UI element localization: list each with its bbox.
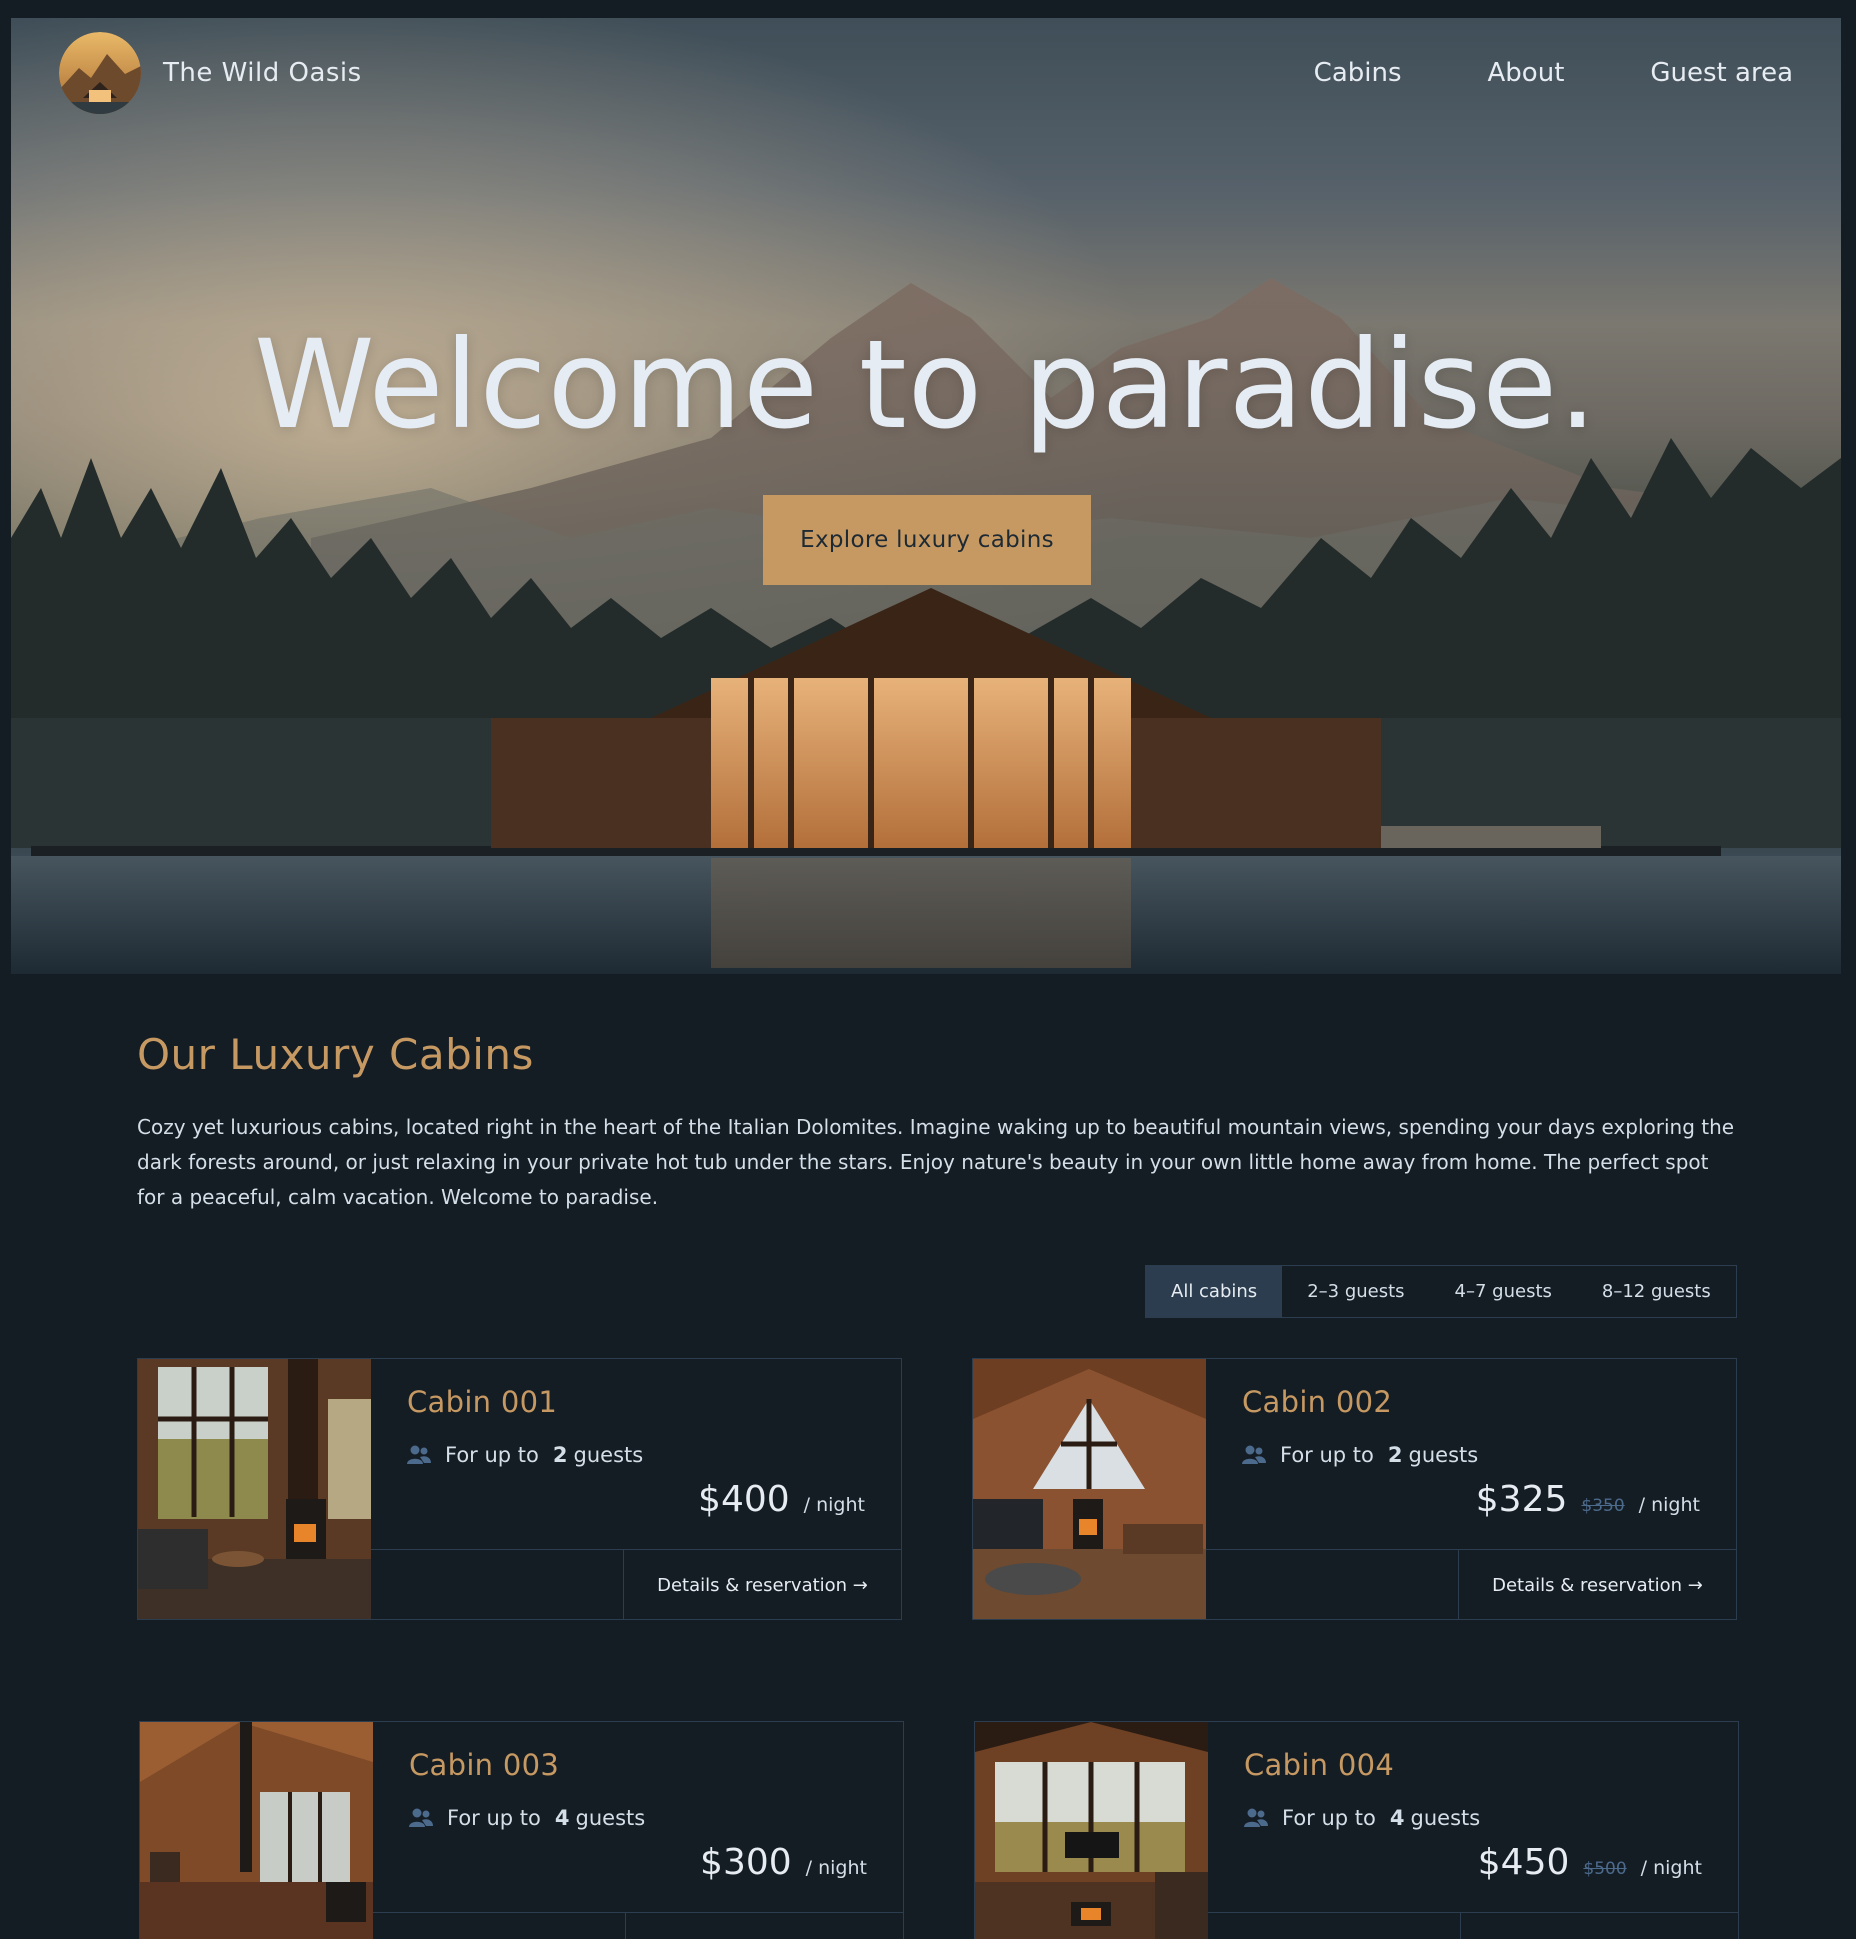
price-original: $350 bbox=[1581, 1496, 1625, 1516]
price-unit: / night bbox=[805, 1857, 867, 1879]
details-reservation-button[interactable]: Details & reservation → bbox=[1460, 1913, 1738, 1939]
cabin-card: Cabin 002 For up to 2 guests $325 $350 /… bbox=[972, 1358, 1737, 1620]
price-amount: $300 bbox=[700, 1842, 792, 1883]
cabin-name: Cabin 003 bbox=[409, 1748, 560, 1782]
cabin-name: Cabin 004 bbox=[1244, 1748, 1395, 1782]
price-amount: $400 bbox=[698, 1479, 790, 1520]
guest-filter: All cabins 2–3 guests 4–7 guests 8–12 gu… bbox=[1145, 1265, 1737, 1318]
cabin-card-footer: Details & reservation → bbox=[1208, 1912, 1738, 1939]
nav-item-about[interactable]: About bbox=[1488, 58, 1565, 88]
site-header: The Wild Oasis Cabins About Guest area bbox=[11, 18, 1841, 128]
hero-title: Welcome to paradise. bbox=[254, 314, 1598, 456]
main-nav: Cabins About Guest area bbox=[1314, 58, 1793, 88]
cabin-price: $450 $500 / night bbox=[1478, 1842, 1702, 1883]
cabin-name: Cabin 001 bbox=[407, 1385, 558, 1419]
capacity-suffix: guests bbox=[573, 1443, 644, 1467]
brand-name: The Wild Oasis bbox=[163, 58, 362, 88]
price-amount: $325 bbox=[1475, 1479, 1568, 1520]
price-amount: $450 bbox=[1477, 1842, 1570, 1883]
users-icon bbox=[409, 1808, 433, 1827]
users-icon bbox=[407, 1445, 431, 1464]
cabin-card: Cabin 003 For up to 4 guests $300 / nigh… bbox=[139, 1721, 904, 1939]
section-intro: Cozy yet luxurious cabins, located right… bbox=[137, 1115, 1735, 1209]
capacity-prefix: For up to bbox=[1282, 1806, 1376, 1830]
filter-2-3-guests[interactable]: 2–3 guests bbox=[1282, 1266, 1429, 1317]
capacity-suffix: guests bbox=[1410, 1806, 1481, 1830]
cabin-card: Cabin 004 For up to 4 guests $450 $500 /… bbox=[974, 1721, 1739, 1939]
cabin-card-footer: Details & reservation → bbox=[1206, 1549, 1736, 1619]
cabin-card-body: Cabin 004 For up to 4 guests $450 $500 /… bbox=[1208, 1722, 1738, 1939]
hero: The Wild Oasis Cabins About Guest area W… bbox=[11, 18, 1841, 974]
section-title: Our Luxury Cabins bbox=[137, 1030, 534, 1079]
mountain-cabin-logo-icon bbox=[59, 32, 141, 114]
details-reservation-button[interactable]: Details & reservation → bbox=[625, 1913, 903, 1939]
cabin-capacity: For up to 2 guests bbox=[407, 1443, 643, 1467]
cabin-price: $400 / night bbox=[698, 1479, 865, 1520]
users-icon bbox=[1244, 1808, 1268, 1827]
details-reservation-button[interactable]: Details & reservation → bbox=[1458, 1550, 1736, 1619]
cabin-card: Cabin 001 For up to 2 guests $400 / nigh… bbox=[137, 1358, 902, 1620]
explore-cabins-button[interactable]: Explore luxury cabins bbox=[763, 495, 1091, 585]
nav-item-guest-area[interactable]: Guest area bbox=[1650, 58, 1793, 88]
cabin-capacity: For up to 2 guests bbox=[1242, 1443, 1478, 1467]
cabin-price: $325 $350 / night bbox=[1476, 1479, 1700, 1520]
nav-item-cabins[interactable]: Cabins bbox=[1314, 58, 1402, 88]
price-unit: / night bbox=[803, 1494, 865, 1516]
top-band bbox=[0, 0, 1856, 18]
price-original: $500 bbox=[1583, 1859, 1627, 1879]
cabin-price: $300 / night bbox=[700, 1842, 867, 1883]
users-icon bbox=[1242, 1445, 1266, 1464]
capacity-count: 2 bbox=[1387, 1443, 1403, 1467]
cabin-capacity: For up to 4 guests bbox=[1244, 1806, 1480, 1830]
capacity-count: 4 bbox=[1389, 1806, 1405, 1830]
filter-4-7-guests[interactable]: 4–7 guests bbox=[1430, 1266, 1577, 1317]
capacity-count: 4 bbox=[554, 1806, 570, 1830]
capacity-suffix: guests bbox=[575, 1806, 646, 1830]
filter-8-12-guests[interactable]: 8–12 guests bbox=[1577, 1266, 1736, 1317]
cabin-card-body: Cabin 003 For up to 4 guests $300 / nigh… bbox=[373, 1722, 903, 1939]
cabin-capacity: For up to 4 guests bbox=[409, 1806, 645, 1830]
cabin-image bbox=[973, 1359, 1206, 1619]
capacity-prefix: For up to bbox=[447, 1806, 541, 1830]
filter-all-cabins[interactable]: All cabins bbox=[1146, 1266, 1283, 1317]
capacity-count: 2 bbox=[552, 1443, 568, 1467]
cabin-image bbox=[138, 1359, 371, 1619]
cabin-image bbox=[140, 1722, 373, 1939]
price-unit: / night bbox=[1640, 1857, 1702, 1879]
capacity-prefix: For up to bbox=[445, 1443, 539, 1467]
cabin-card-footer: Details & reservation → bbox=[371, 1549, 901, 1619]
details-reservation-button[interactable]: Details & reservation → bbox=[623, 1550, 901, 1619]
brand-logo[interactable]: The Wild Oasis bbox=[59, 32, 362, 114]
price-unit: / night bbox=[1638, 1494, 1700, 1516]
capacity-suffix: guests bbox=[1408, 1443, 1479, 1467]
page: The Wild Oasis Cabins About Guest area W… bbox=[0, 0, 1856, 1939]
cabin-card-body: Cabin 002 For up to 2 guests $325 $350 /… bbox=[1206, 1359, 1736, 1619]
cabin-name: Cabin 002 bbox=[1242, 1385, 1393, 1419]
cabin-image bbox=[975, 1722, 1208, 1939]
capacity-prefix: For up to bbox=[1280, 1443, 1374, 1467]
cabin-card-body: Cabin 001 For up to 2 guests $400 / nigh… bbox=[371, 1359, 901, 1619]
cabin-card-footer: Details & reservation → bbox=[373, 1912, 903, 1939]
